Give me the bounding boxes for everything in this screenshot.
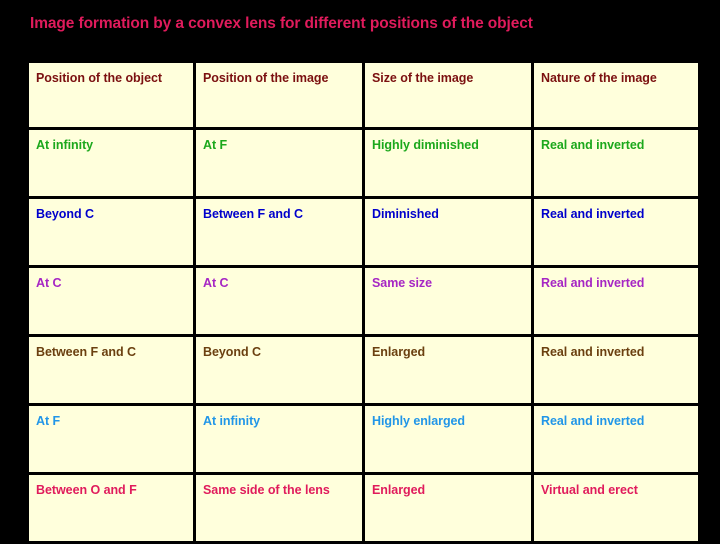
cell-size-of-image: Same size xyxy=(362,265,534,337)
cell-position-of-object: At F xyxy=(26,403,196,475)
table-row: Between O and F Same side of the lens En… xyxy=(26,472,701,544)
cell-position-of-object: Between O and F xyxy=(26,472,196,544)
cell-nature-of-image: Real and inverted xyxy=(531,403,701,475)
column-header-position-of-image: Position of the image xyxy=(193,60,365,130)
column-header-nature-of-image: Nature of the image xyxy=(531,60,701,130)
page-title: Image formation by a convex lens for dif… xyxy=(30,15,533,32)
cell-position-of-image: Same side of the lens xyxy=(193,472,365,544)
cell-size-of-image: Highly enlarged xyxy=(362,403,534,475)
cell-position-of-object: At infinity xyxy=(26,127,196,199)
table-row: At C At C Same size Real and inverted xyxy=(26,265,701,337)
column-header-size-of-image: Size of the image xyxy=(362,60,534,130)
cell-position-of-image: Between F and C xyxy=(193,196,365,268)
cell-nature-of-image: Real and inverted xyxy=(531,265,701,337)
table-row: Between F and C Beyond C Enlarged Real a… xyxy=(26,334,701,406)
cell-position-of-image: At C xyxy=(193,265,365,337)
cell-size-of-image: Highly diminished xyxy=(362,127,534,199)
image-formation-table: Position of the object Position of the i… xyxy=(26,60,701,544)
cell-position-of-image: At infinity xyxy=(193,403,365,475)
table-row: At F At infinity Highly enlarged Real an… xyxy=(26,403,701,475)
table-row: Beyond C Between F and C Diminished Real… xyxy=(26,196,701,268)
cell-position-of-object: Beyond C xyxy=(26,196,196,268)
cell-size-of-image: Enlarged xyxy=(362,472,534,544)
cell-position-of-object: At C xyxy=(26,265,196,337)
cell-nature-of-image: Real and inverted xyxy=(531,196,701,268)
cell-size-of-image: Diminished xyxy=(362,196,534,268)
cell-nature-of-image: Real and inverted xyxy=(531,334,701,406)
table-row: At infinity At F Highly diminished Real … xyxy=(26,127,701,199)
cell-position-of-object: Between F and C xyxy=(26,334,196,406)
slide-canvas: Image formation by a convex lens for dif… xyxy=(0,0,720,544)
cell-nature-of-image: Virtual and erect xyxy=(531,472,701,544)
cell-position-of-image: Beyond C xyxy=(193,334,365,406)
cell-position-of-image: At F xyxy=(193,127,365,199)
column-header-position-of-object: Position of the object xyxy=(26,60,196,130)
table-header-row: Position of the object Position of the i… xyxy=(26,60,701,130)
cell-size-of-image: Enlarged xyxy=(362,334,534,406)
cell-nature-of-image: Real and inverted xyxy=(531,127,701,199)
